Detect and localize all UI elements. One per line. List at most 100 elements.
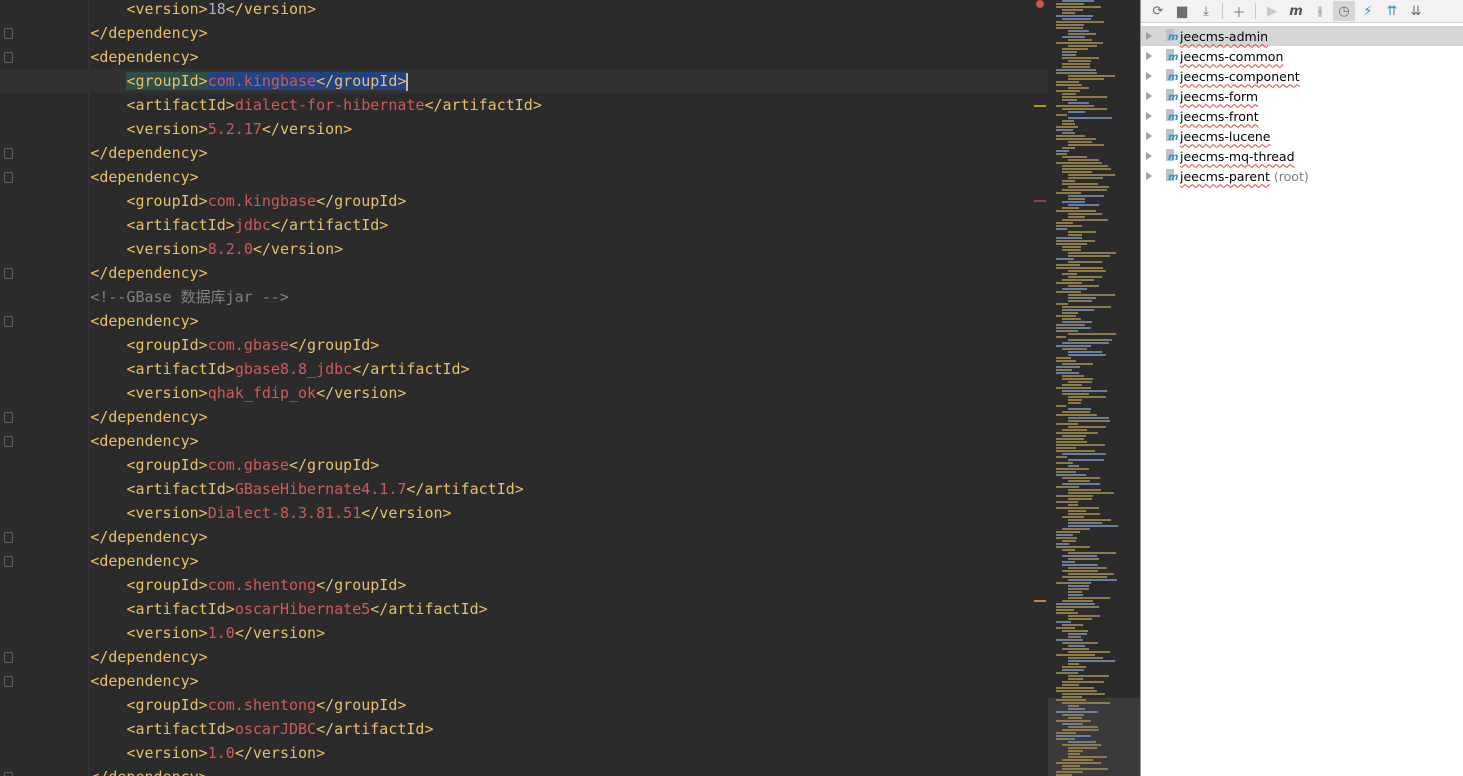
code-line[interactable]: <dependency> xyxy=(0,309,1048,333)
code-line[interactable]: <version>1.0</version> xyxy=(0,741,1048,765)
minimap-line xyxy=(1062,18,1092,20)
expand-arrow-icon[interactable] xyxy=(1146,52,1152,60)
expand-arrow-icon[interactable] xyxy=(1146,132,1152,140)
run-icon[interactable]: ▶ xyxy=(1261,1,1283,21)
code-line[interactable]: <dependency> xyxy=(0,165,1048,189)
expand-arrow-icon[interactable] xyxy=(1146,72,1152,80)
refresh-icon[interactable]: ⟳ xyxy=(1147,1,1169,21)
code-line[interactable]: </dependency> xyxy=(0,21,1048,45)
lightning-icon[interactable]: ⚡ xyxy=(1357,1,1379,21)
minimap-line xyxy=(1056,372,1080,374)
code-editor[interactable]: <version>18</version> </dependency> <dep… xyxy=(0,0,1048,776)
code-line[interactable]: <artifactId>oscarHibernate5</artifactId> xyxy=(0,597,1048,621)
error-indicator-icon[interactable] xyxy=(1036,0,1044,8)
code-line[interactable]: <!--GBase 数据库jar --> xyxy=(0,285,1048,309)
minimap-line xyxy=(1068,510,1087,512)
minimap-line xyxy=(1056,27,1083,29)
code-token: <groupId> xyxy=(126,576,208,594)
code-line[interactable]: <groupId>com.kingbase</groupId> xyxy=(0,189,1048,213)
code-line[interactable]: </dependency> xyxy=(0,525,1048,549)
minimap-line xyxy=(1062,183,1099,185)
minimap-line xyxy=(1068,351,1102,353)
minimap-line xyxy=(1056,126,1078,128)
code-line[interactable]: </dependency> xyxy=(0,405,1048,429)
code-line[interactable]: <artifactId>jdbc</artifactId> xyxy=(0,213,1048,237)
code-line[interactable]: <version>18</version> xyxy=(0,0,1048,21)
error-stripe[interactable] xyxy=(1032,0,1048,776)
code-line[interactable]: <artifactId>oscarJDBC</artifactId> xyxy=(0,717,1048,741)
minimap-line xyxy=(1068,618,1093,620)
maven-goal-icon[interactable]: m xyxy=(1285,1,1307,21)
plus-icon[interactable]: ＋ xyxy=(1228,1,1250,21)
code-line[interactable]: </dependency> xyxy=(0,141,1048,165)
expand-arrow-icon[interactable] xyxy=(1146,172,1152,180)
minimap-line xyxy=(1068,498,1092,500)
maven-project-item[interactable]: m jeecms-common xyxy=(1141,46,1463,66)
code-token: </groupId> xyxy=(316,72,407,90)
code-line[interactable]: <dependency> xyxy=(0,429,1048,453)
code-line[interactable]: <version>Dialect-8.3.81.51</version> xyxy=(0,501,1048,525)
maven-project-item[interactable]: m jeecms-component xyxy=(1141,66,1463,86)
minimap-line xyxy=(1068,657,1104,659)
code-line[interactable]: <artifactId>gbase8.8_jdbc</artifactId> xyxy=(0,357,1048,381)
skip-tests-icon[interactable]: ◷ xyxy=(1333,1,1355,21)
code-token: <dependency> xyxy=(90,48,199,66)
expand-arrow-icon[interactable] xyxy=(1146,32,1152,40)
toggle-offline-icon[interactable]: ⫲ xyxy=(1309,1,1331,21)
minimap-line xyxy=(1062,48,1089,50)
error-mark[interactable] xyxy=(1034,200,1046,202)
code-line[interactable]: <groupId>com.shentong</groupId> xyxy=(0,693,1048,717)
minimap-line xyxy=(1068,174,1115,176)
maven-project-item[interactable]: m jeecms-admin xyxy=(1141,26,1463,46)
collapse-all-icon[interactable]: ⇊ xyxy=(1405,1,1427,21)
expand-arrow-icon[interactable] xyxy=(1146,112,1152,120)
expand-arrow-icon[interactable] xyxy=(1146,152,1152,160)
project-name: jeecms-common xyxy=(1180,48,1284,64)
project-name: jeecms-parent xyxy=(1180,168,1270,184)
code-line[interactable]: <groupId>com.gbase</groupId> xyxy=(0,333,1048,357)
maven-project-item[interactable]: m jeecms-parent (root) xyxy=(1141,166,1463,186)
minimap-line xyxy=(1056,720,1091,722)
minimap-line xyxy=(1068,297,1096,299)
code-line[interactable]: <version>5.2.17</version> xyxy=(0,117,1048,141)
warning-mark[interactable] xyxy=(1034,600,1046,602)
expand-arrow-icon[interactable] xyxy=(1146,92,1152,100)
maven-project-item[interactable]: m jeecms-mq-thread xyxy=(1141,146,1463,166)
minimap-line xyxy=(1056,240,1096,242)
code-line[interactable]: <artifactId>GBaseHibernate4.1.7</artifac… xyxy=(0,477,1048,501)
maven-project-item[interactable]: m jeecms-front xyxy=(1141,106,1463,126)
minimap-line xyxy=(1056,627,1076,629)
code-line[interactable]: <groupId>com.kingbase</groupId> xyxy=(0,69,1048,93)
minimap-line xyxy=(1062,348,1087,350)
code-line[interactable]: <version>qhak_fdip_ok</version> xyxy=(0,381,1048,405)
code-line[interactable]: <dependency> xyxy=(0,45,1048,69)
code-line[interactable]: <dependency> xyxy=(0,549,1048,573)
code-line[interactable]: <version>1.0</version> xyxy=(0,621,1048,645)
maven-project-item[interactable]: m jeecms-form xyxy=(1141,86,1463,106)
minimap-line xyxy=(1056,81,1079,83)
code-line[interactable]: <groupId>com.gbase</groupId> xyxy=(0,453,1048,477)
code-line[interactable]: </dependency> xyxy=(0,645,1048,669)
expand-all-icon[interactable]: ⇈ xyxy=(1381,1,1403,21)
code-line[interactable]: <version>8.2.0</version> xyxy=(0,237,1048,261)
code-line[interactable]: <groupId>com.shentong</groupId> xyxy=(0,573,1048,597)
code-line[interactable]: </dependency> xyxy=(0,261,1048,285)
maven-project-item[interactable]: m jeecms-lucene xyxy=(1141,126,1463,146)
minimap-line xyxy=(1068,33,1096,35)
code-line[interactable]: <dependency> xyxy=(0,669,1048,693)
code-line[interactable]: </dependency> xyxy=(0,765,1048,776)
minimap-line xyxy=(1062,765,1080,767)
code-line[interactable]: <artifactId>dialect-for-hibernate</artif… xyxy=(0,93,1048,117)
minimap-line xyxy=(1062,642,1098,644)
code-token: GBaseHibernate4.1.7 xyxy=(234,480,407,498)
download-icon[interactable]: ⤓ xyxy=(1195,1,1217,21)
maven-panel: ⟳ ▆ ⤓ ＋ ▶ m ⫲ ◷ ⚡ ⇈ ⇊ m jeecms-admin m jeec… xyxy=(1141,0,1463,776)
warning-mark[interactable] xyxy=(1034,105,1046,107)
add-folder-icon[interactable]: ▆ xyxy=(1171,1,1193,21)
code-minimap[interactable] xyxy=(1048,0,1140,776)
minimap-line xyxy=(1062,702,1110,704)
minimap-line xyxy=(1068,417,1109,419)
